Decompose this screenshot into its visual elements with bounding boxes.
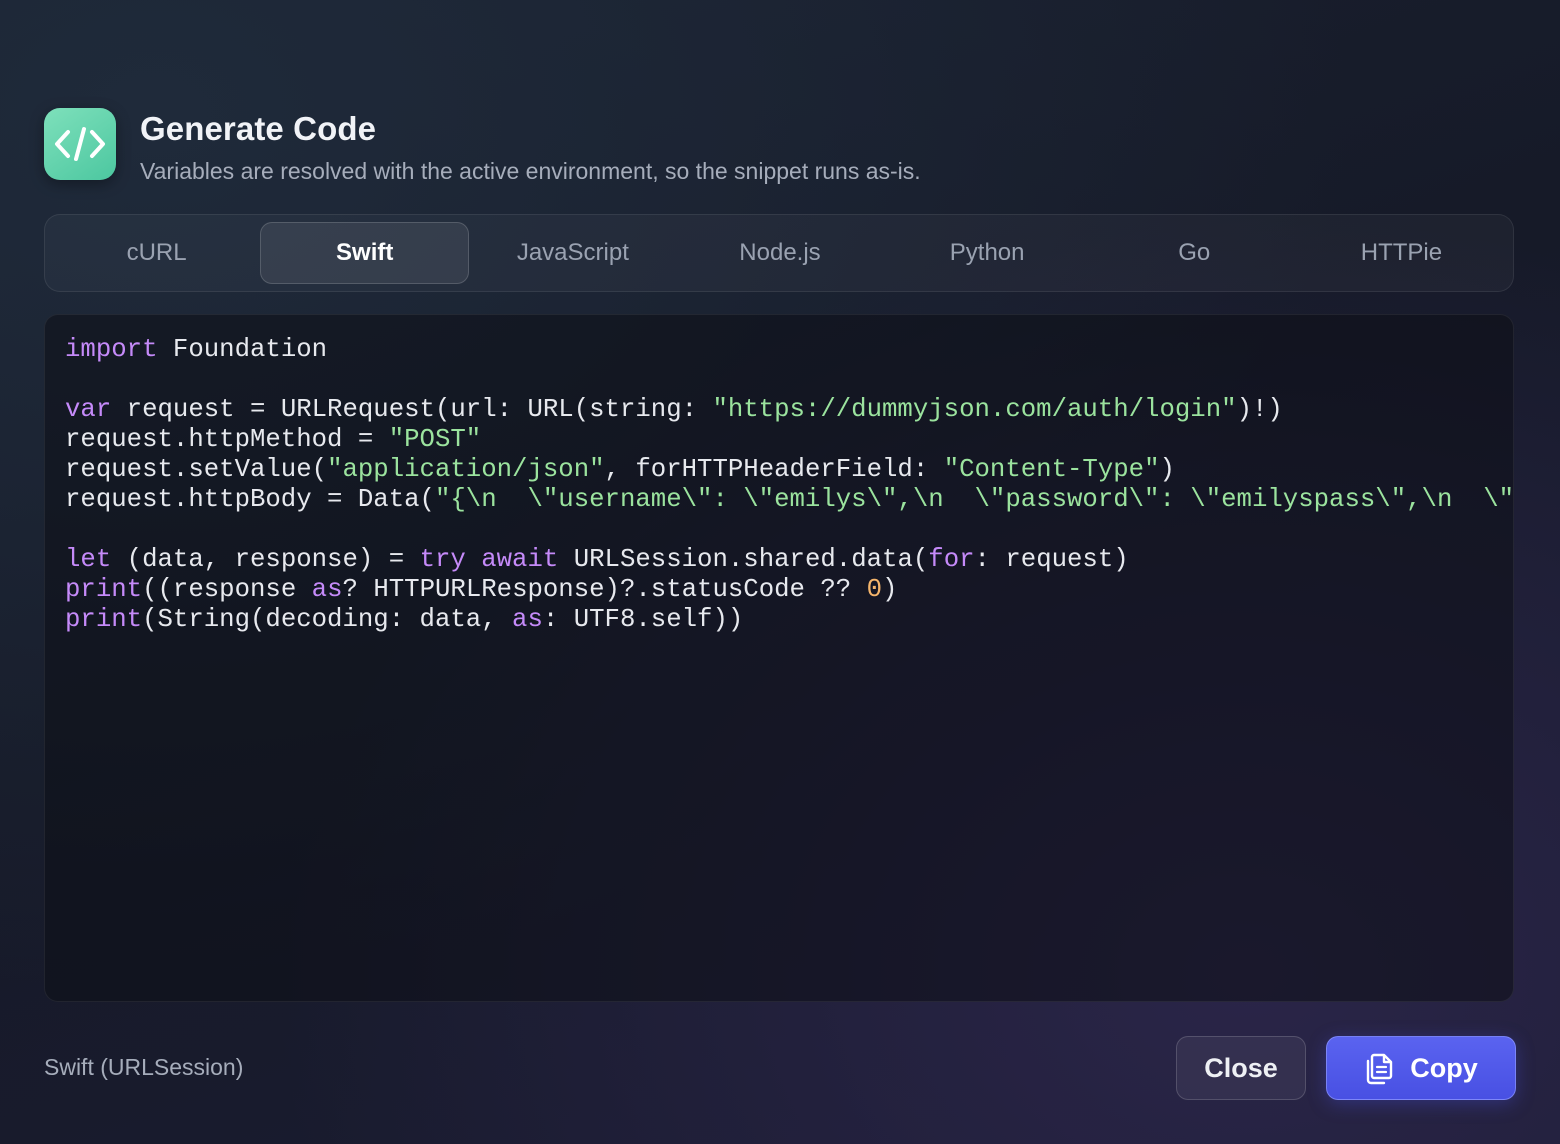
copy-button[interactable]: Copy [1326,1036,1516,1100]
code-token: request = URLRequest(url: URL(string: [111,395,713,424]
copy-button-label: Copy [1410,1052,1478,1083]
code-token: print [65,605,143,634]
code-token: ? HTTPURLResponse)?.statusCode ?? [342,575,867,604]
code-line: print(String(decoding: data, as: UTF8.se… [65,605,1513,635]
code-line: print((response as? HTTPURLResponse)?.st… [65,575,1513,605]
code-token: (String(decoding: data, [142,605,513,634]
code-token: "{\n \"username\": \"emilys\",\n \"passw… [434,485,1514,514]
code-token: )!) [1236,395,1283,424]
code-token: , forHTTPHeaderField: [604,455,944,484]
code-token: import [65,335,158,364]
code-token: var [65,395,112,424]
code-token: (data, response) = [111,545,420,574]
tab-nodejs[interactable]: Node.js [676,222,883,284]
code-token: request.setValue( [65,455,328,484]
code-token: : request) [974,545,1129,574]
tab-httpie[interactable]: HTTPie [1298,222,1505,284]
code-token: "application/json" [327,455,605,484]
title-block: Generate Code Variables are resolved wit… [140,108,921,185]
code-token: request.httpMethod = [65,425,389,454]
code-snippet: import Foundation var request = URLReque… [65,335,1513,635]
copy-icon [1364,1051,1394,1085]
code-brackets-icon [44,108,116,180]
code-line: request.httpBody = Data("{\n \"username\… [65,485,1513,515]
language-caption: Swift (URLSession) [44,1054,244,1080]
dialog-title: Generate Code [140,110,377,147]
code-token: ((response [142,575,312,604]
tab-go[interactable]: Go [1091,222,1298,284]
tab-curl[interactable]: cURL [53,222,260,284]
code-token: let [65,545,112,574]
code-token: print [65,575,143,604]
code-token: "https://dummyjson.com/auth/login" [712,395,1237,424]
code-token: as [311,575,343,604]
code-panel[interactable]: import Foundation var request = URLReque… [44,314,1514,1002]
code-line: request.setValue("application/json", for… [65,455,1513,485]
code-line: var request = URLRequest(url: URL(string… [65,395,1513,425]
code-line: let (data, response) = try await URLSess… [65,545,1513,575]
code-token: Foundation [157,335,328,364]
code-token: ) [882,575,898,604]
code-token: request.httpBody = Data( [65,485,435,514]
close-button[interactable]: Close [1176,1036,1306,1100]
code-token: for [928,545,975,574]
tab-swift[interactable]: Swift [260,222,470,284]
tab-python[interactable]: Python [884,222,1091,284]
code-token: "Content-Type" [943,455,1160,484]
code-token: : UTF8.self)) [542,605,744,634]
code-token: ) [1159,455,1175,484]
dialog-subtitle: Variables are resolved with the active e… [140,158,921,184]
language-tabs: cURL Swift JavaScript Node.js Python Go … [44,214,1514,292]
code-token: as [512,605,543,634]
code-token: URLSession.shared.data( [558,545,929,574]
code-token: "POST" [388,425,482,454]
code-token: try await [419,545,559,574]
tab-javascript[interactable]: JavaScript [469,222,676,284]
dialog-header: Generate Code Variables are resolved wit… [44,108,921,185]
code-line: import Foundation [65,335,1513,365]
code-token: 0 [866,575,883,604]
code-line: request.httpMethod = "POST" [65,425,1513,455]
